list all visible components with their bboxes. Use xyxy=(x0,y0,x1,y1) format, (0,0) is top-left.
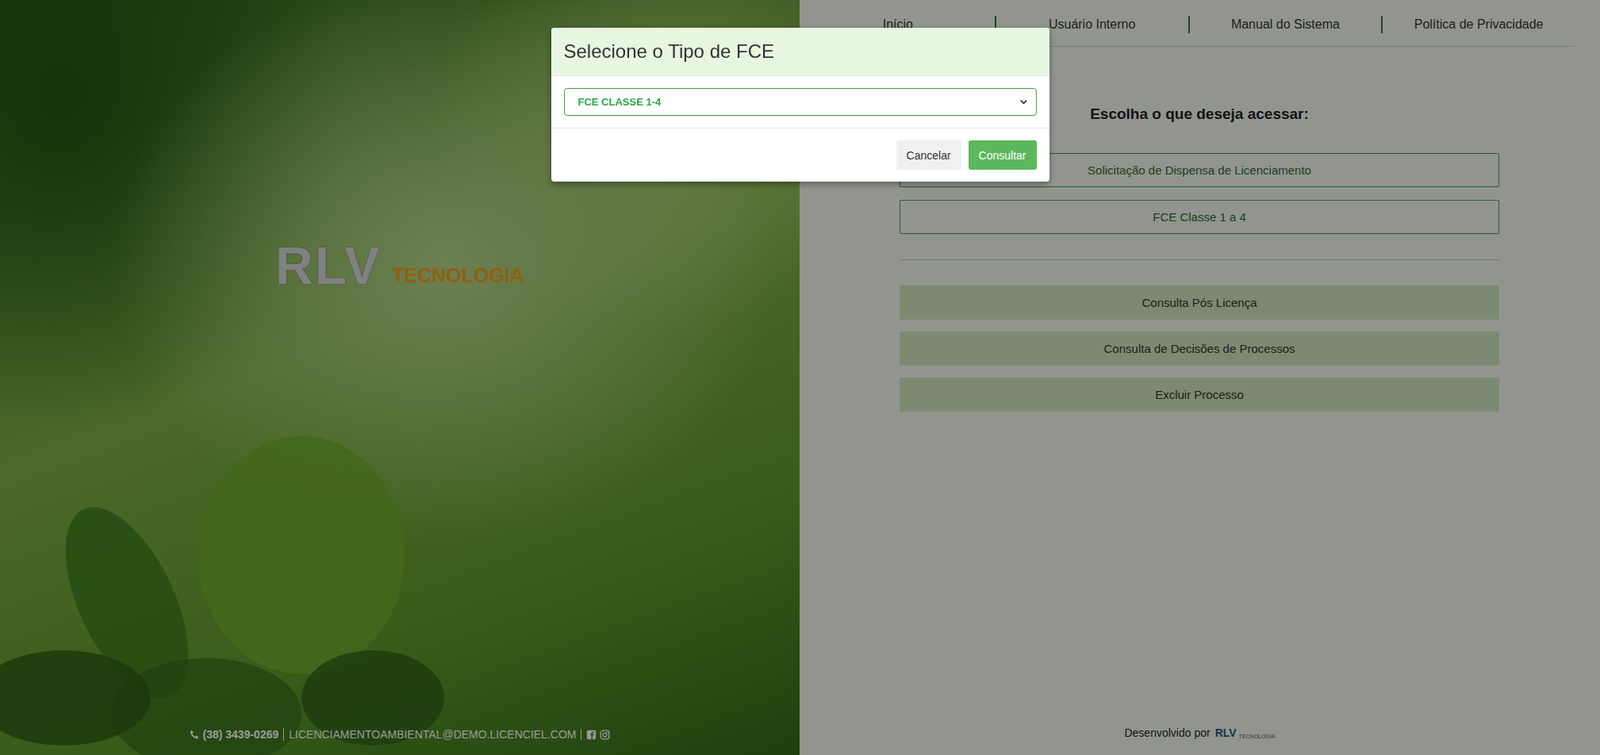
modal-footer: CancelarConsultar xyxy=(551,128,1050,182)
modal-header: Selecione o Tipo de FCE xyxy=(551,27,1050,77)
fce-modal: Selecione o Tipo de FCE FCE CLASSE 1-4 Can… xyxy=(551,27,1050,182)
consult-button[interactable]: Consultar xyxy=(968,140,1037,170)
select-value: FCE CLASSE 1-4 xyxy=(578,95,662,108)
modal-title: Selecione o Tipo de FCE xyxy=(564,40,1037,63)
modal-body: FCE CLASSE 1-4 xyxy=(551,76,1050,129)
cancel-button[interactable]: Cancelar xyxy=(896,140,962,170)
fce-type-select[interactable]: FCE CLASSE 1-4 xyxy=(564,88,1037,116)
page: RLVTECNOLOGIA (38) 3439-0269LICENCIAMENT… xyxy=(0,0,1600,755)
chevron-down-icon xyxy=(1019,97,1029,107)
